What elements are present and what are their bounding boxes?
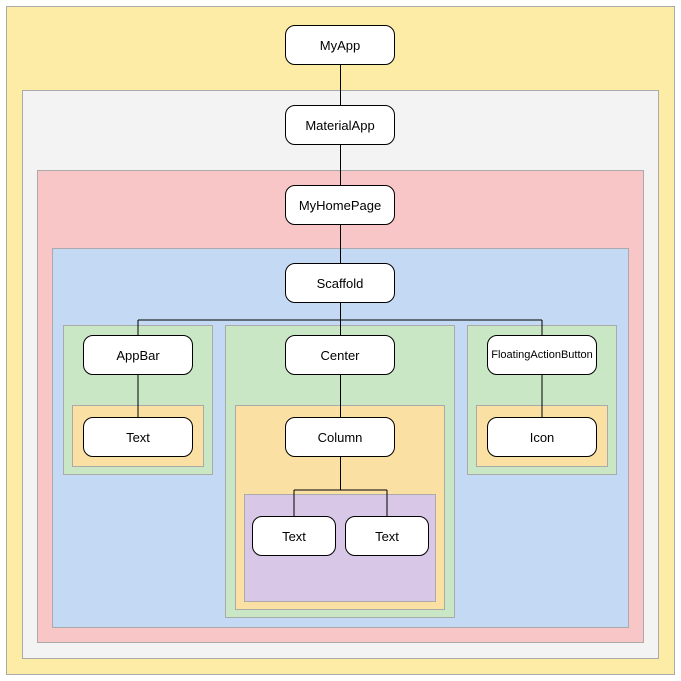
node-label: FloatingActionButton <box>491 349 593 361</box>
node-center: Center <box>285 335 395 375</box>
node-label: MaterialApp <box>305 118 374 133</box>
node-materialapp: MaterialApp <box>285 105 395 145</box>
node-text-appbar: Text <box>83 417 193 457</box>
node-myhomepage: MyHomePage <box>285 185 395 225</box>
node-floatingactionbutton: FloatingActionButton <box>487 335 597 375</box>
node-label: Text <box>126 430 150 445</box>
node-label: Center <box>320 348 359 363</box>
node-text-column-a: Text <box>252 516 336 556</box>
node-label: MyApp <box>320 38 360 53</box>
node-label: Scaffold <box>317 276 364 291</box>
node-label: Text <box>282 529 306 544</box>
node-appbar: AppBar <box>83 335 193 375</box>
node-label: Column <box>318 430 363 445</box>
node-myapp: MyApp <box>285 25 395 65</box>
node-scaffold: Scaffold <box>285 263 395 303</box>
node-icon: Icon <box>487 417 597 457</box>
node-label: AppBar <box>116 348 159 363</box>
node-label: Text <box>375 529 399 544</box>
node-label: MyHomePage <box>299 198 381 213</box>
node-column: Column <box>285 417 395 457</box>
node-label: Icon <box>530 430 555 445</box>
node-text-column-b: Text <box>345 516 429 556</box>
